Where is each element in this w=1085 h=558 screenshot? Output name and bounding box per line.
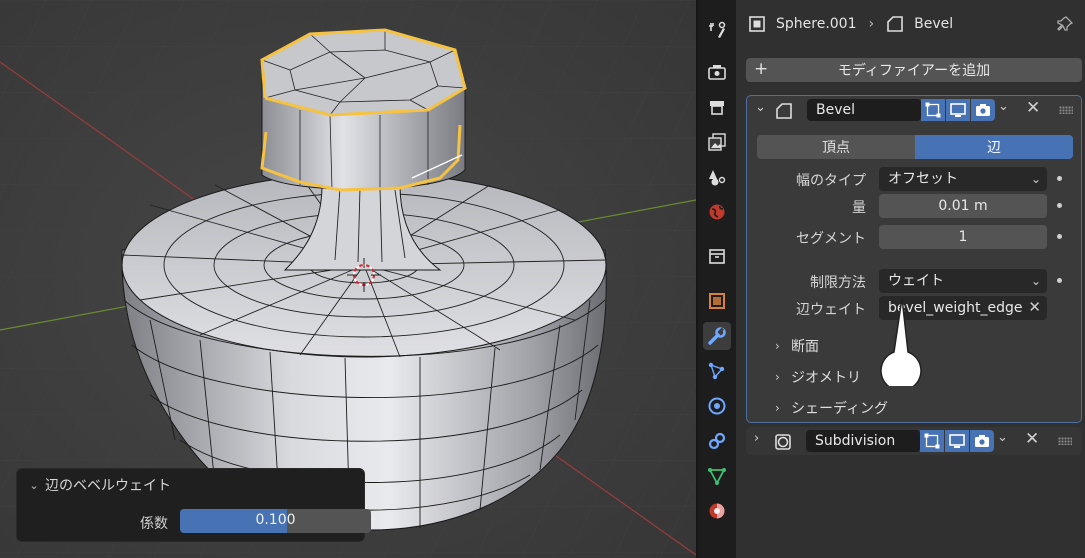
limit-method-label: 制限方法: [810, 275, 866, 291]
keyframe-dot-icon[interactable]: [1057, 278, 1062, 283]
close-icon[interactable]: ✕: [1026, 98, 1040, 118]
render-toggle-icon[interactable]: [970, 430, 994, 452]
view-layer-icon[interactable]: [703, 128, 731, 156]
limit-method-row: 制限方法 ウェイト ⌄: [747, 269, 1081, 293]
drag-handle-icon[interactable]: [1059, 106, 1073, 114]
close-icon[interactable]: ✕: [1025, 429, 1039, 449]
chevron-down-icon: ⌄: [1030, 172, 1041, 186]
affect-toggle[interactable]: 頂点 辺: [757, 135, 1073, 159]
plus-icon: +: [754, 59, 769, 79]
modifier-breadcrumb-name: Bevel: [914, 16, 954, 32]
subdivision-modifier-panel: › Subdivision ⌄ ✕: [746, 427, 1082, 455]
keyframe-dot-icon[interactable]: [1057, 176, 1062, 181]
object-name: Sphere.001: [776, 16, 857, 32]
subpanel-profile[interactable]: › 断面: [775, 334, 819, 358]
chevron-down-icon: ⌄: [1030, 274, 1041, 288]
subpanel-shading[interactable]: › シェーディング: [775, 396, 888, 420]
render-toggle-icon[interactable]: [971, 99, 995, 121]
add-modifier-button[interactable]: + モディファイアーを追加: [746, 58, 1082, 82]
data-icon[interactable]: [703, 462, 731, 490]
chevron-down-icon[interactable]: ⌄: [998, 99, 1009, 114]
chevron-down-icon[interactable]: ⌄: [755, 100, 766, 115]
particles-icon[interactable]: [703, 357, 731, 385]
redo-panel[interactable]: ⌄ 辺のベベルウェイト 係数 0.100: [16, 468, 371, 542]
clear-icon[interactable]: ✕: [1028, 295, 1041, 319]
bevel-modifier-icon: [887, 16, 903, 32]
width-type-value: オフセット: [888, 171, 958, 187]
chevron-right-icon: ›: [775, 401, 780, 415]
width-type-dropdown[interactable]: オフセット ⌄: [879, 167, 1047, 191]
object-icon: [749, 16, 765, 32]
tab-edges[interactable]: 辺: [915, 135, 1073, 159]
keyframe-dot-icon[interactable]: [1057, 203, 1062, 208]
subdivision-name-field[interactable]: Subdivision: [806, 430, 920, 452]
factor-slider[interactable]: 0.100: [180, 509, 371, 533]
render-icon[interactable]: [703, 58, 731, 86]
chevron-right-icon: ›: [775, 339, 780, 353]
limit-method-value: ウェイト: [888, 273, 944, 289]
factor-value: 0.100: [255, 512, 296, 528]
subdivision-modifier-icon: [775, 434, 791, 450]
material-icon[interactable]: [703, 497, 731, 525]
redo-panel-title: 辺のベベルウェイト: [45, 478, 171, 494]
collection-icon[interactable]: [703, 242, 731, 270]
amount-field[interactable]: 0.01 m: [879, 194, 1047, 218]
keyframe-dot-icon[interactable]: [1057, 234, 1062, 239]
texture-icon[interactable]: [703, 287, 731, 315]
bevel-modifier-icon: [776, 103, 792, 119]
chevron-right-icon: ›: [868, 16, 875, 32]
segments-row: セグメント 1: [747, 225, 1081, 249]
tool-icon[interactable]: [703, 16, 731, 44]
world-icon[interactable]: [703, 198, 731, 226]
bevel-name-field[interactable]: Bevel: [807, 99, 921, 121]
breadcrumb: Sphere.001 › Bevel: [748, 12, 1077, 36]
properties-editor: Sphere.001 › Bevel + モディファイアーを追加 ⌄ Bevel…: [736, 0, 1085, 558]
redo-panel-header[interactable]: ⌄ 辺のベベルウェイト: [27, 475, 171, 495]
amount-row: 量 0.01 m: [747, 194, 1081, 218]
subpanel-geometry-label: ジオメトリ: [791, 370, 861, 386]
edit-mode-toggle-icon[interactable]: [921, 99, 945, 121]
subpanel-profile-label: 断面: [791, 339, 819, 355]
segments-field[interactable]: 1: [879, 225, 1047, 249]
drag-handle-icon[interactable]: [1058, 437, 1072, 445]
edit-mode-toggle-icon[interactable]: [920, 430, 944, 452]
amount-label: 量: [852, 200, 866, 216]
constraints-icon[interactable]: [703, 427, 731, 455]
edge-weight-label: 辺ウェイト: [796, 302, 866, 318]
pin-icon[interactable]: [1057, 16, 1073, 32]
factor-label: 係数: [140, 516, 168, 532]
chevron-down-icon: ⌄: [29, 478, 39, 492]
3d-viewport[interactable]: ⌄ 辺のベベルウェイト 係数 0.100: [0, 0, 696, 558]
chevron-right-icon[interactable]: ›: [754, 431, 759, 446]
subpanel-geometry[interactable]: › ジオメトリ: [775, 365, 861, 389]
scene-icon[interactable]: [703, 163, 731, 191]
modifier-icon[interactable]: [703, 322, 731, 350]
bevel-modifier-header[interactable]: ⌄ Bevel ⌄ ✕: [747, 96, 1081, 124]
add-modifier-label: モディファイアーを追加: [837, 63, 991, 79]
limit-method-dropdown[interactable]: ウェイト ⌄: [879, 269, 1047, 293]
subpanel-shading-label: シェーディング: [791, 401, 889, 417]
physics-icon[interactable]: [703, 392, 731, 420]
viewport-toggle-icon[interactable]: [946, 99, 970, 121]
chevron-down-icon[interactable]: ⌄: [997, 430, 1008, 445]
mouse-pointer-icon: [880, 297, 922, 386]
subdivision-modifier-header[interactable]: › Subdivision ⌄ ✕: [746, 427, 1082, 455]
output-icon[interactable]: [703, 93, 731, 121]
properties-tab-strip: [698, 0, 736, 558]
chevron-right-icon: ›: [775, 370, 780, 384]
width-type-label: 幅のタイプ: [796, 173, 866, 189]
tab-vertices[interactable]: 頂点: [757, 135, 915, 159]
segments-label: セグメント: [796, 231, 866, 247]
width-type-row: 幅のタイプ オフセット ⌄: [747, 167, 1081, 191]
viewport-toggle-icon[interactable]: [945, 430, 969, 452]
